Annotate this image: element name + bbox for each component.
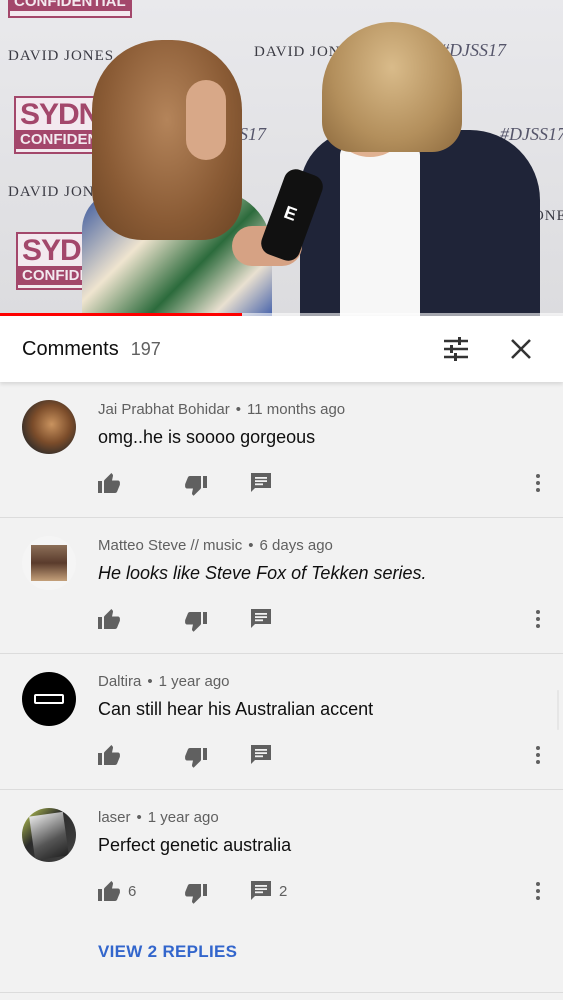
comment-meta: Matteo Steve // music • 6 days ago xyxy=(98,537,333,554)
backdrop-logo-top: CONFIDENTIAL xyxy=(8,0,132,18)
comment-actions xyxy=(98,470,321,496)
backdrop-brand-text: DAVID JONES xyxy=(8,48,115,64)
thumbs-up-icon xyxy=(98,881,120,901)
thumbs-up-icon xyxy=(98,609,120,629)
comment-time: 11 months ago xyxy=(247,401,346,418)
separator-dot: • xyxy=(248,537,254,554)
avatar[interactable] xyxy=(22,808,76,862)
thumbs-down-icon xyxy=(185,884,207,904)
more-vert-icon-dot xyxy=(536,474,540,478)
comment-meta: Daltira • 1 year ago xyxy=(98,673,230,690)
thumbs-down-icon xyxy=(185,748,207,768)
like-button[interactable] xyxy=(98,742,185,768)
more-vert-icon-dot xyxy=(536,753,540,757)
comment-item: Matteo Steve // music • 6 days ago He look… xyxy=(0,518,563,654)
mic-logo: E xyxy=(281,201,300,225)
interviewee-hair xyxy=(322,22,462,152)
avatar-image xyxy=(34,694,64,704)
comments-header: Comments 197 xyxy=(0,316,563,382)
reply-button[interactable] xyxy=(251,470,321,496)
reply-button[interactable]: 2 xyxy=(251,878,321,904)
separator-dot: • xyxy=(136,809,142,826)
more-vert-icon-dot xyxy=(536,889,540,893)
comment-author[interactable]: Matteo Steve // music xyxy=(98,537,242,554)
comment-author[interactable]: Daltira xyxy=(98,673,141,690)
like-count: 6 xyxy=(128,882,137,900)
more-vert-icon-dot xyxy=(536,882,540,886)
more-vert-icon-dot xyxy=(536,488,540,492)
more-options-button[interactable] xyxy=(531,470,545,496)
more-options-button[interactable] xyxy=(531,878,545,904)
more-options-button[interactable] xyxy=(531,742,545,768)
thumbs-down-icon xyxy=(185,476,207,496)
close-icon xyxy=(511,339,531,359)
comment-author[interactable]: Jai Prabhat Bohidar xyxy=(98,401,230,418)
like-button[interactable]: 6 xyxy=(98,878,185,904)
reply-comment-icon xyxy=(251,473,271,492)
backdrop-logo-line1: SYDNEY xyxy=(22,234,94,267)
dislike-button[interactable] xyxy=(185,470,251,496)
view-replies-link[interactable]: VIEW 2 REPLIES xyxy=(98,942,237,962)
reply-button[interactable] xyxy=(251,606,321,632)
separator-dot: • xyxy=(235,401,242,418)
comment-item: Jai Prabhat Bohidar • 11 months ago omg..h… xyxy=(0,382,563,518)
sort-button[interactable] xyxy=(436,329,476,369)
comment-time: 1 year ago xyxy=(147,809,219,826)
like-button[interactable] xyxy=(98,470,185,496)
comments-title: Comments xyxy=(22,337,119,360)
comment-item: laser • 1 year ago Perfect genetic austral… xyxy=(0,790,563,993)
comment-text: Perfect genetic australia xyxy=(98,835,292,855)
interviewee-jacket xyxy=(300,130,540,316)
dislike-button[interactable] xyxy=(185,878,251,904)
comment-meta: Jai Prabhat Bohidar • 11 months ago xyxy=(98,401,345,418)
video-player[interactable]: CONFIDENTIAL DAVID JONES DAVID JONES #DJ… xyxy=(0,0,563,316)
avatar[interactable] xyxy=(22,536,76,590)
reply-comment-icon xyxy=(251,745,271,764)
avatar-image xyxy=(29,811,69,861)
comment-actions xyxy=(98,742,321,768)
more-vert-icon-dot xyxy=(536,610,540,614)
scrollbar[interactable] xyxy=(557,690,559,730)
avatar-image xyxy=(31,545,67,581)
more-vert-icon-dot xyxy=(536,624,540,628)
comment-time: 6 days ago xyxy=(259,537,333,554)
reply-comment-icon xyxy=(251,609,271,628)
comments-count: 197 xyxy=(130,338,161,359)
comment-text: Can still hear his Australian accent xyxy=(98,699,374,719)
dislike-button[interactable] xyxy=(185,606,251,632)
more-vert-icon-dot xyxy=(536,481,540,485)
comment-text: He looks like Steve Fox of Tekken series… xyxy=(98,563,427,583)
close-comments-button[interactable] xyxy=(501,329,541,369)
interviewee-shirt xyxy=(340,145,420,316)
more-vert-icon-dot xyxy=(536,896,540,900)
more-vert-icon-dot xyxy=(536,617,540,621)
dislike-button[interactable] xyxy=(185,742,251,768)
comment-meta: laser • 1 year ago xyxy=(98,809,219,826)
reply-count: 2 xyxy=(279,882,288,900)
thumbs-up-icon xyxy=(98,473,120,493)
comment-author[interactable]: laser xyxy=(98,809,131,826)
reply-comment-icon xyxy=(251,881,271,900)
reply-button[interactable] xyxy=(251,742,321,768)
separator-dot: • xyxy=(147,673,153,690)
tune-sliders-icon xyxy=(444,337,468,361)
more-options-button[interactable] xyxy=(531,606,545,632)
backdrop-logo-text: CONFIDENTIAL xyxy=(10,0,130,11)
avatar[interactable] xyxy=(22,672,76,726)
comment-list[interactable]: Jai Prabhat Bohidar • 11 months ago omg..h… xyxy=(0,382,563,1000)
interviewer-face xyxy=(186,80,226,160)
avatar[interactable] xyxy=(22,400,76,454)
comment-time: 1 year ago xyxy=(158,673,230,690)
comment-actions xyxy=(98,606,321,632)
comment-text: omg..he is soooo gorgeous xyxy=(98,427,316,447)
more-vert-icon-dot xyxy=(536,746,540,750)
comment-actions: 6 2 xyxy=(98,878,321,904)
comment-item: Daltira • 1 year ago Can still hear his Au… xyxy=(0,654,563,790)
thumbs-down-icon xyxy=(185,612,207,632)
like-button[interactable] xyxy=(98,606,185,632)
thumbs-up-icon xyxy=(98,745,120,765)
more-vert-icon-dot xyxy=(536,760,540,764)
